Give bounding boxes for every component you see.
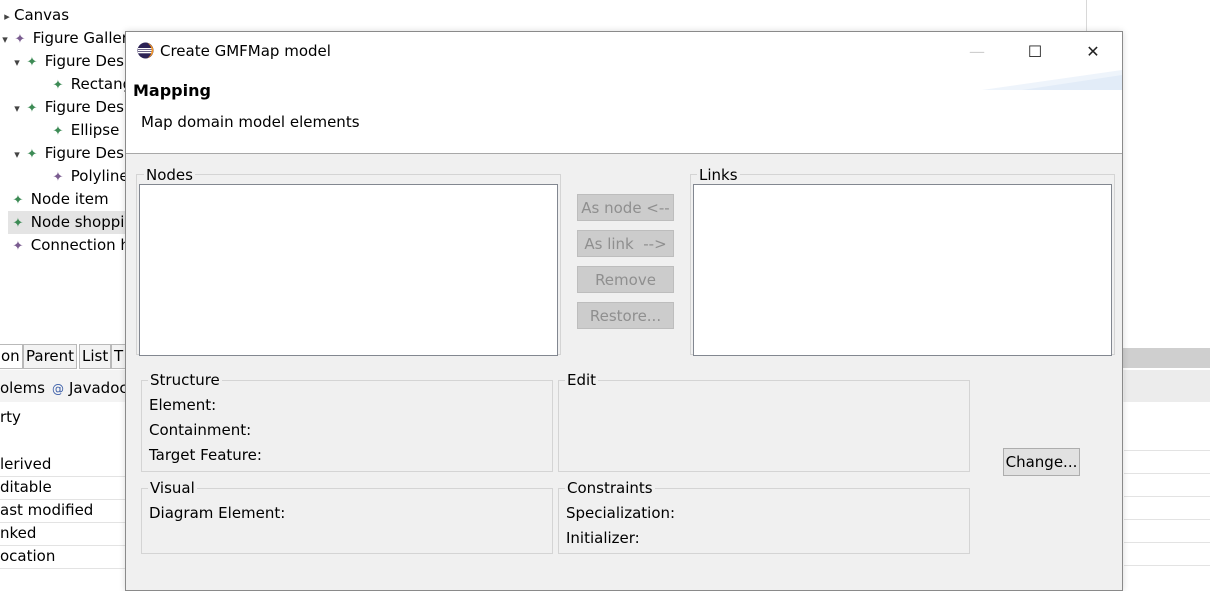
containment-label: Containment: [149, 421, 252, 439]
links-list[interactable] [693, 184, 1112, 356]
wizard-banner: Mapping Map domain model elements [126, 70, 1122, 154]
javadoc-icon: @ [52, 382, 64, 396]
property-row[interactable]: nked [0, 522, 130, 546]
tree-twisty-icon[interactable]: ▾ [10, 97, 24, 120]
restore-button[interactable]: Restore... [577, 302, 674, 329]
minimize-icon: — [969, 41, 985, 61]
view-tab-problems[interactable]: olems [0, 376, 45, 400]
initializer-label: Initializer: [566, 529, 640, 547]
wizard-page-description: Map domain model elements [141, 113, 360, 131]
target-feature-label: Target Feature: [149, 446, 262, 464]
tree-item-figure-descriptor[interactable]: ▾ ✦ Figure Des [10, 142, 124, 165]
as-link-button[interactable]: As link --> [577, 230, 674, 257]
properties-view-right [1124, 402, 1210, 574]
tree-item-rectangle[interactable]: ✦ Rectang [50, 73, 133, 96]
change-button[interactable]: Change... [1003, 448, 1080, 476]
visual-label: Visual [148, 479, 197, 497]
property-row[interactable]: ditable [0, 476, 130, 500]
model-element-icon: ✦ [52, 124, 64, 139]
dialog-titlebar[interactable]: Create GMFMap model — ☐ ✕ [126, 32, 1122, 70]
tree-item-figure-descriptor[interactable]: ▾ ✦ Figure Des [10, 50, 124, 73]
nodes-list[interactable] [139, 184, 558, 356]
tree-item-ellipse[interactable]: ✦ Ellipse [50, 119, 120, 142]
tree-item-canvas[interactable]: ▸ Canvas [0, 4, 69, 27]
property-row[interactable]: lerived [0, 453, 130, 477]
create-gmfmap-dialog: Create GMFMap model — ☐ ✕ Mapping Map do… [125, 31, 1123, 591]
constraints-label: Constraints [565, 479, 655, 497]
tree-twisty-icon[interactable]: ▾ [0, 28, 12, 51]
tree-item-figure-descriptor[interactable]: ▾ ✦ Figure Des [10, 96, 124, 119]
banner-decoration-icon [982, 70, 1122, 90]
model-element-icon: ✦ [12, 239, 24, 254]
tree-item-node-shopping[interactable]: ✦ Node shoppi [8, 211, 132, 234]
tab-selection[interactable]: on [0, 344, 23, 369]
tree-item-node-item[interactable]: ✦ Node item [10, 188, 109, 211]
tree-item-connection[interactable]: ✦ Connection h [10, 234, 130, 257]
diagram-element-label: Diagram Element: [149, 504, 286, 522]
view-tab-javadoc[interactable]: @ Javadoc [52, 376, 128, 400]
model-element-icon: ✦ [14, 32, 26, 47]
edit-group [558, 380, 970, 472]
edit-label: Edit [565, 371, 599, 389]
model-element-icon: ✦ [26, 55, 38, 70]
tree-item-figure-gallery[interactable]: ▾ ✦ Figure Gallery [0, 27, 137, 50]
property-row[interactable]: ocation [0, 545, 130, 569]
remove-button[interactable]: Remove [577, 266, 674, 293]
model-element-icon: ✦ [12, 216, 24, 231]
eclipse-icon [137, 42, 154, 59]
maximize-button[interactable]: ☐ [1012, 32, 1058, 70]
minimize-button[interactable]: — [954, 32, 1000, 70]
nodes-label: Nodes [144, 166, 195, 184]
model-element-icon: ✦ [52, 78, 64, 93]
specialization-label: Specialization: [566, 504, 676, 522]
dialog-title: Create GMFMap model [160, 42, 331, 60]
as-node-button[interactable]: As node <-- [577, 194, 674, 221]
close-button[interactable]: ✕ [1070, 32, 1116, 70]
maximize-icon: ☐ [1027, 41, 1043, 61]
tree-item-polyline[interactable]: ✦ Polyline [50, 165, 129, 188]
tree-twisty-icon[interactable]: ▾ [10, 143, 24, 166]
model-element-icon: ✦ [26, 101, 38, 116]
tree-twisty-icon[interactable]: ▾ [10, 51, 24, 74]
model-element-icon: ✦ [52, 170, 64, 185]
model-tree: ▸ Canvas ▾ ✦ Figure Gallery ▾ ✦ Figure Des … [0, 0, 137, 340]
element-label: Element: [149, 396, 217, 414]
model-element-icon: ✦ [26, 147, 38, 162]
links-label: Links [697, 166, 740, 184]
properties-view: rty lerived ditable ast modified nked oc… [0, 402, 130, 574]
tab-parent[interactable]: Parent [23, 344, 78, 369]
wizard-page-title: Mapping [133, 81, 211, 100]
property-row[interactable]: ast modified [0, 499, 130, 523]
model-element-icon: ✦ [12, 193, 24, 208]
close-icon: ✕ [1086, 41, 1100, 61]
property-row[interactable]: rty [0, 406, 130, 429]
tree-twisty-icon[interactable]: ▸ [0, 5, 14, 28]
tab-list[interactable]: List [79, 344, 112, 369]
structure-label: Structure [148, 371, 222, 389]
tab-tree[interactable]: T [111, 344, 127, 369]
